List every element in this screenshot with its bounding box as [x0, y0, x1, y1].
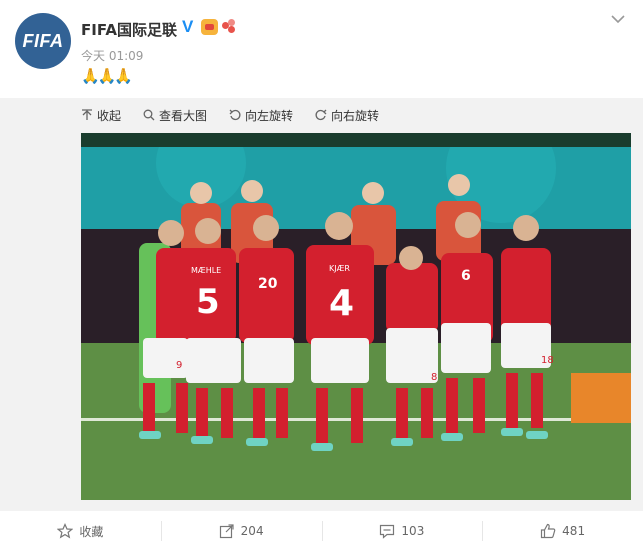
rotate-right-button[interactable]: 向右旋转 — [315, 106, 379, 124]
weibo-post-card: FIFA FIFA国际足联 V 今天 01:09 🙏🙏🙏 收起 查看大图 向左旋… — [0, 0, 643, 551]
comment-count: 103 — [401, 524, 425, 538]
rotate-left-button[interactable]: 向左旋转 — [229, 106, 293, 124]
jersey-name: MÆHLE — [191, 266, 221, 275]
post-photo[interactable]: MÆHLE KJÆR 5 20 4 6 9 8 18 — [81, 133, 631, 500]
repost-icon — [219, 524, 234, 539]
like-button[interactable]: 481 — [482, 511, 643, 551]
fan-badge-icon[interactable] — [222, 19, 238, 35]
rotate-left-icon — [229, 109, 241, 121]
jersey-number: 4 — [329, 283, 354, 324]
post-timestamp[interactable]: 今天 01:09 — [81, 47, 143, 64]
jersey-name: KJÆR — [329, 264, 350, 273]
collapse-button[interactable]: 收起 — [81, 106, 121, 124]
thumbs-up-icon — [541, 523, 556, 539]
collapse-icon — [82, 109, 92, 120]
post-action-bar: 收藏 204 103 481 — [0, 511, 643, 551]
jersey-number: 8 — [431, 372, 437, 383]
jersey-number: 6 — [461, 268, 471, 284]
avatar-logo-text: FIFA — [22, 30, 64, 51]
media-toolbar: 收起 查看大图 向左旋转 向右旋转 — [81, 106, 379, 124]
verified-icon: V — [182, 17, 194, 36]
avatar[interactable]: FIFA — [15, 13, 71, 69]
rotate-right-icon — [315, 109, 327, 121]
star-icon — [57, 523, 74, 539]
view-large-button[interactable]: 查看大图 — [143, 106, 207, 124]
rotate-right-label: 向右旋转 — [331, 108, 380, 123]
repost-count: 204 — [240, 524, 264, 538]
comment-icon — [380, 524, 395, 539]
search-icon — [143, 109, 155, 121]
chevron-down-icon[interactable] — [610, 12, 626, 26]
view-large-label: 查看大图 — [159, 108, 208, 123]
comment-button[interactable]: 103 — [321, 511, 483, 551]
like-count: 481 — [562, 524, 586, 538]
jersey-number: 20 — [258, 276, 278, 292]
jersey-number: 18 — [541, 355, 554, 366]
collapse-label: 收起 — [97, 108, 122, 123]
jersey-number: 9 — [176, 360, 182, 371]
jersey-number: 5 — [196, 282, 220, 322]
post-content-text: 🙏🙏🙏 — [81, 67, 133, 85]
username[interactable]: FIFA国际足联 — [81, 19, 177, 40]
repost-button[interactable]: 204 — [160, 511, 322, 551]
rotate-left-label: 向左旋转 — [245, 108, 294, 123]
media-box: 收起 查看大图 向左旋转 向右旋转 MÆHLE KJÆR 5 20 4 6 9 … — [0, 98, 643, 511]
vip-badge-icon[interactable] — [201, 19, 218, 35]
favorite-label: 收藏 — [79, 524, 104, 539]
favorite-button[interactable]: 收藏 — [0, 511, 161, 551]
